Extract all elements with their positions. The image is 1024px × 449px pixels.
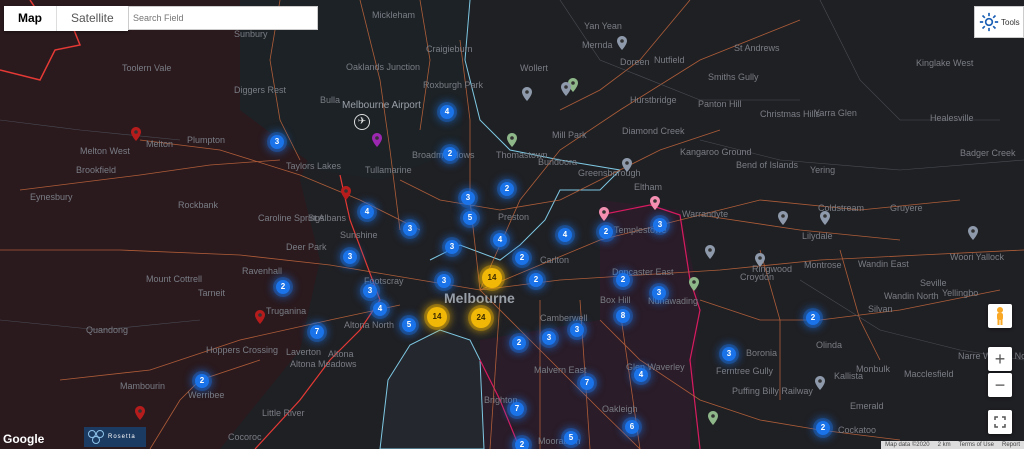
city-label: Melbourne [444, 290, 515, 306]
map-pin-icon[interactable] [507, 133, 517, 147]
terms-link[interactable]: Terms of Use [959, 442, 994, 448]
map-pin-icon[interactable] [650, 196, 660, 210]
map-pin-icon[interactable] [820, 211, 830, 225]
map-pin-icon[interactable] [968, 226, 978, 240]
google-logo: Google [3, 432, 45, 446]
cluster-marker[interactable]: 2 [276, 280, 290, 294]
cluster-marker[interactable]: 4 [493, 233, 507, 247]
cluster-marker[interactable]: 3 [445, 240, 459, 254]
cluster-marker[interactable]: 2 [515, 438, 529, 449]
map-pin-icon[interactable] [778, 211, 788, 225]
search-input[interactable] [128, 6, 318, 30]
cluster-marker[interactable]: 2 [599, 225, 613, 239]
cluster-marker[interactable]: 7 [510, 402, 524, 416]
zoom-out-button[interactable]: − [988, 373, 1012, 397]
cluster-marker[interactable]: 2 [616, 273, 630, 287]
rosetta-label: Rosetta [108, 434, 136, 440]
map-type-control: Map Satellite [4, 6, 128, 31]
map-attribution: Map data ©2020 2 km Terms of Use Report [881, 441, 1024, 449]
satellite-tab[interactable]: Satellite [56, 6, 128, 31]
cluster-marker[interactable]: 6 [625, 420, 639, 434]
rosetta-logo: Rosetta [84, 427, 146, 447]
cluster-marker[interactable]: 7 [310, 325, 324, 339]
map-pin-icon[interactable] [617, 36, 627, 50]
map-pin-icon[interactable] [135, 406, 145, 420]
cluster-marker[interactable]: 2 [529, 273, 543, 287]
map-pin-icon[interactable] [341, 186, 351, 200]
cluster-marker[interactable]: 3 [653, 218, 667, 232]
cluster-marker[interactable]: 3 [437, 274, 451, 288]
cluster-marker[interactable]: 3 [461, 191, 475, 205]
cluster-marker[interactable]: 5 [564, 431, 578, 445]
cluster-marker[interactable]: 2 [500, 182, 514, 196]
map-data-credit: Map data ©2020 [885, 442, 930, 448]
tools-label: Tools [1001, 17, 1020, 27]
map-pin-icon[interactable] [131, 127, 141, 141]
map-pin-icon[interactable] [755, 253, 765, 267]
fullscreen-icon [994, 416, 1006, 428]
fullscreen-button[interactable] [988, 410, 1012, 434]
map-pin-icon[interactable] [255, 310, 265, 324]
airport-icon: ✈ [354, 114, 370, 130]
map-tab[interactable]: Map [4, 6, 56, 31]
rosetta-logo-icon [88, 430, 104, 444]
cluster-marker[interactable]: 3 [570, 323, 584, 337]
cluster-marker[interactable]: 3 [363, 284, 377, 298]
zoom-in-button[interactable]: + [988, 347, 1012, 371]
cluster-marker[interactable]: 2 [195, 374, 209, 388]
cluster-marker[interactable]: 4 [373, 302, 387, 316]
cluster-marker[interactable]: 2 [806, 311, 820, 325]
street-view-pegman[interactable] [988, 304, 1012, 328]
map-pin-icon[interactable] [599, 207, 609, 221]
map-pin-icon[interactable] [561, 82, 571, 96]
cluster-marker[interactable]: 8 [616, 309, 630, 323]
cluster-marker[interactable]: 5 [402, 318, 416, 332]
map-pin-icon[interactable] [372, 133, 382, 147]
cluster-marker[interactable]: 14 [427, 307, 447, 327]
map-pin-icon[interactable] [705, 245, 715, 259]
cluster-marker[interactable]: 2 [512, 336, 526, 350]
cluster-marker[interactable]: 2 [816, 421, 830, 435]
cluster-marker[interactable]: 4 [634, 368, 648, 382]
east-region [600, 200, 700, 320]
port-phillip-bay [379, 329, 485, 449]
gear-icon [979, 12, 999, 32]
map-pin-icon[interactable] [815, 376, 825, 390]
cluster-marker[interactable]: 3 [403, 222, 417, 236]
map-pin-icon[interactable] [689, 277, 699, 291]
pegman-icon [997, 307, 1003, 325]
cluster-marker[interactable]: 2 [443, 147, 457, 161]
cluster-marker[interactable]: 2 [515, 251, 529, 265]
cluster-marker[interactable]: 3 [270, 135, 284, 149]
map-pin-icon[interactable] [622, 158, 632, 172]
map-pin-icon[interactable] [708, 411, 718, 425]
tools-button[interactable]: Tools [974, 6, 1024, 38]
cluster-marker[interactable]: 4 [440, 105, 454, 119]
cluster-marker[interactable]: 3 [542, 331, 556, 345]
cluster-marker[interactable]: 24 [471, 308, 491, 328]
cluster-marker[interactable]: 3 [652, 286, 666, 300]
cluster-marker[interactable]: 3 [343, 250, 357, 264]
cluster-marker[interactable]: 4 [558, 228, 572, 242]
cluster-marker[interactable]: 14 [482, 268, 502, 288]
map-base-layer [0, 0, 1024, 449]
cluster-marker[interactable]: 7 [580, 376, 594, 390]
cluster-marker[interactable]: 5 [463, 211, 477, 225]
scale-label: 2 km [937, 442, 951, 448]
map-pin-icon[interactable] [522, 87, 532, 101]
cluster-marker[interactable]: 4 [360, 205, 374, 219]
inner-south-east-region [480, 300, 700, 449]
map-canvas[interactable]: Sunbury Mickleham Yan Yean Craigieburn O… [0, 0, 1024, 449]
cluster-marker[interactable]: 3 [722, 347, 736, 361]
report-link[interactable]: Report [1002, 442, 1020, 448]
